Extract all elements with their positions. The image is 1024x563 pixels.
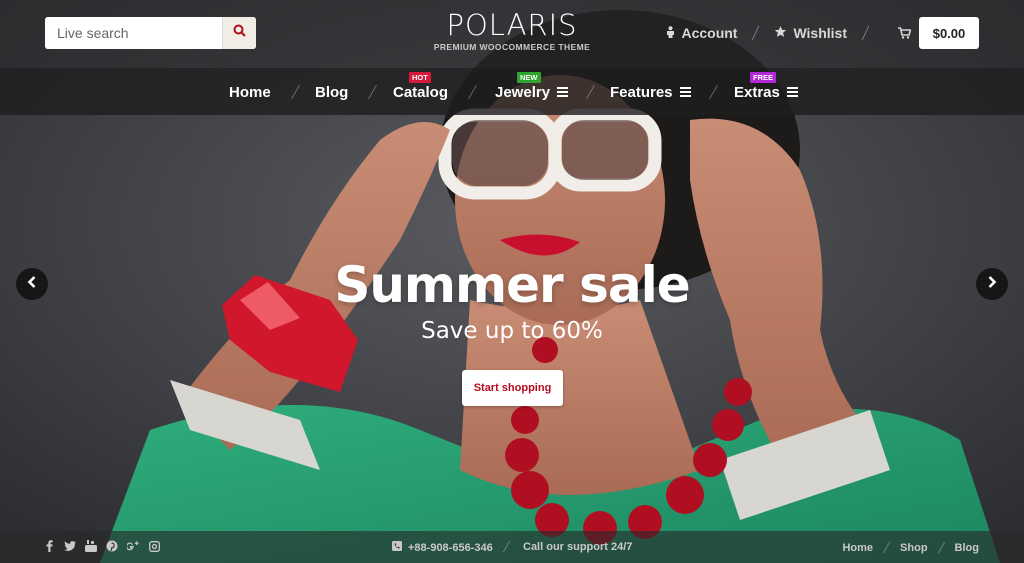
google-plus-icon[interactable] — [127, 540, 139, 552]
start-shopping-button[interactable]: Start shopping — [462, 370, 563, 406]
logo-title: POLARIS — [446, 8, 578, 42]
nav-item-label: Features — [610, 83, 673, 101]
separator — [502, 540, 511, 553]
nav-item-label: Home — [229, 83, 271, 101]
hero-title: Summer sale — [334, 256, 690, 314]
footer-link-home[interactable]: Home — [842, 542, 873, 554]
nav-item-catalog[interactable]: HOT Catalog — [393, 72, 449, 102]
search-button[interactable] — [222, 17, 256, 49]
user-icon — [666, 25, 675, 41]
chevron-left-icon — [27, 275, 37, 293]
wishlist-link[interactable]: Wishlist — [774, 25, 847, 41]
nav-separator — [368, 84, 377, 100]
hero-subtitle: Save up to 60% — [421, 318, 603, 344]
separator — [937, 541, 945, 554]
nav-separator — [709, 84, 718, 100]
instagram-icon[interactable] — [148, 540, 160, 552]
facebook-icon[interactable] — [43, 540, 55, 552]
nav-item-label: Extras — [734, 83, 780, 101]
separator — [882, 541, 891, 554]
nav-item-home[interactable]: Home — [229, 82, 271, 102]
nav-item-label: Blog — [315, 83, 349, 101]
nav-separator — [586, 84, 595, 100]
hot-badge: HOT — [409, 72, 431, 83]
search-icon — [233, 24, 246, 42]
free-badge: FREE — [750, 72, 777, 83]
youtube-icon[interactable] — [85, 540, 97, 552]
main-navigation: Home Blog HOT Catalog NEW Jewelry Featur… — [0, 68, 1024, 115]
account-link[interactable]: Account — [666, 25, 737, 41]
social-links — [43, 540, 160, 552]
slider-next-button[interactable] — [976, 268, 1008, 300]
slider-prev-button[interactable] — [16, 268, 48, 300]
new-badge: NEW — [517, 72, 541, 83]
nav-separator — [468, 84, 477, 100]
support-phone[interactable]: +88-908-656-346 — [392, 541, 493, 554]
nav-item-jewelry[interactable]: NEW Jewelry — [495, 72, 569, 102]
chevron-right-icon — [987, 275, 997, 293]
separator — [861, 25, 870, 41]
nav-item-label: Jewelry — [495, 83, 551, 101]
account-links: Account Wishlist — [666, 24, 884, 42]
twitter-icon[interactable] — [64, 540, 76, 552]
phone-icon — [392, 541, 402, 554]
nav-item-extras[interactable]: FREE Extras — [734, 72, 798, 102]
search-input[interactable] — [45, 17, 221, 49]
account-label: Account — [681, 25, 738, 41]
cart-total-button[interactable]: $0.00 — [919, 17, 979, 49]
phone-number: +88-908-656-346 — [408, 541, 493, 554]
pinterest-icon[interactable] — [106, 540, 118, 552]
menu-lines-icon — [679, 85, 691, 99]
wishlist-label: Wishlist — [793, 25, 847, 41]
site-logo[interactable]: POLARIS PREMIUM WOOCOMMERCE THEME — [380, 8, 644, 52]
footer-link-blog[interactable]: Blog — [955, 542, 979, 554]
nav-item-label: Catalog — [393, 83, 449, 101]
nav-item-blog[interactable]: Blog — [315, 82, 348, 102]
cart-icon[interactable] — [898, 26, 912, 44]
separator — [752, 25, 760, 41]
support-text: Call our support 24/7 — [523, 541, 633, 553]
nav-separator — [291, 84, 300, 100]
footer-links: Home Shop Blog — [842, 541, 979, 554]
footer-bar: +88-908-656-346 Call our support 24/7 Ho… — [0, 531, 1024, 563]
top-header: POLARIS PREMIUM WOOCOMMERCE THEME Accoun… — [0, 0, 1024, 68]
nav-item-features[interactable]: Features — [610, 82, 691, 102]
star-icon — [774, 25, 787, 41]
logo-subtitle: PREMIUM WOOCOMMERCE THEME — [433, 42, 591, 52]
footer-link-shop[interactable]: Shop — [900, 542, 928, 554]
menu-lines-icon — [557, 85, 569, 99]
search-box — [45, 17, 256, 49]
menu-lines-icon — [786, 85, 798, 99]
